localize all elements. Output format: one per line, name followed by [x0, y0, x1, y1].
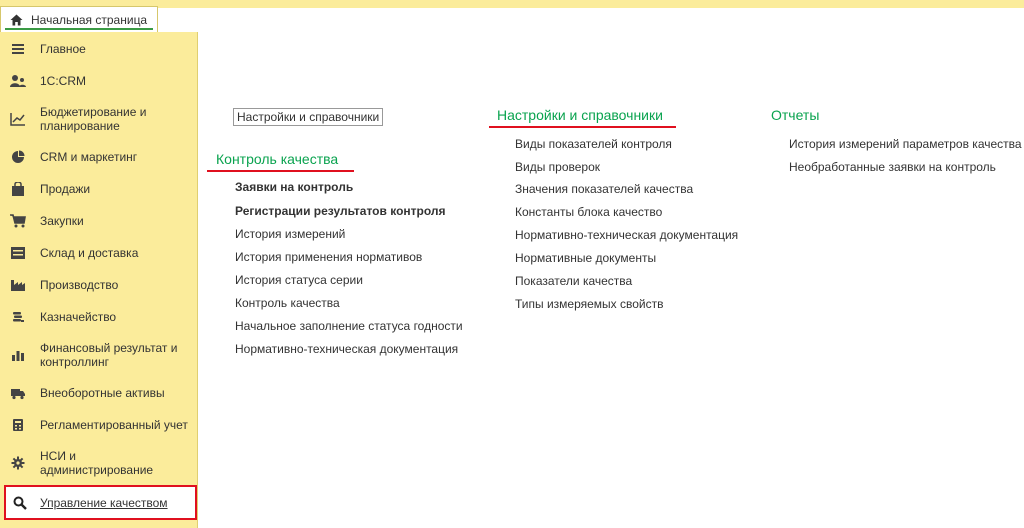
home-tab-underline: [5, 28, 153, 30]
link-measurement-history[interactable]: История измерений: [235, 227, 345, 241]
truck-icon: [10, 385, 26, 401]
highlight-underline: [489, 126, 676, 128]
sidebar-item-fixed-assets[interactable]: Внеоборотные активы: [0, 382, 198, 404]
sidebar-item-production[interactable]: Производство: [0, 274, 198, 296]
link-control-results-registration[interactable]: Регистрации результатов контроля: [235, 204, 446, 218]
factory-icon: [10, 277, 26, 293]
link-control-requests[interactable]: Заявки на контроль: [235, 180, 353, 194]
link-quality-indicators[interactable]: Показатели качества: [515, 274, 632, 288]
link-batch-status-history[interactable]: История статуса серии: [235, 273, 363, 287]
coins-icon: [10, 309, 26, 325]
home-tab[interactable]: Начальная страница: [0, 6, 158, 32]
users-icon: [10, 73, 26, 89]
cart-icon: [10, 213, 26, 229]
settings-and-references-button[interactable]: Настройки и справочники: [233, 108, 384, 126]
sidebar-item-purchases[interactable]: Закупки: [0, 210, 198, 232]
sidebar-item-1c-crm[interactable]: 1С:CRM: [0, 70, 198, 92]
warehouse-icon: [10, 245, 26, 261]
sidebar-item-label: CRM и маркетинг: [40, 150, 138, 164]
link-quality-block-constants[interactable]: Константы блока качество: [515, 205, 662, 219]
sidebar-item-label: Производство: [40, 278, 119, 292]
sidebar-item-financial-result[interactable]: Финансовый результат и контроллинг: [0, 338, 198, 372]
link-quality-measurement-history-report[interactable]: История измерений параметров качества: [789, 137, 1022, 151]
section-title-settings: Настройки и справочники: [497, 107, 663, 123]
sidebar: Главное 1С:CRM Бюджетирование и планиров…: [0, 32, 198, 528]
sidebar-item-treasury[interactable]: Казначейство: [0, 306, 198, 328]
highlight-underline: [207, 170, 354, 172]
sidebar-item-label: Внеоборотные активы: [40, 386, 165, 400]
link-quality-indicator-values[interactable]: Значения показателей качества: [515, 182, 693, 196]
link-measured-property-types[interactable]: Типы измеряемых свойств: [515, 297, 664, 311]
link-technical-documentation-ref[interactable]: Нормативно-техническая документация: [515, 228, 738, 242]
sidebar-item-label: Главное: [40, 42, 86, 56]
section-title-reports: Отчеты: [771, 107, 820, 123]
link-unprocessed-requests-report[interactable]: Необработанные заявки на контроль: [789, 160, 996, 174]
bar-chart-icon: [10, 347, 26, 363]
sidebar-item-label: Финансовый результат и контроллинг: [40, 341, 178, 369]
link-check-types[interactable]: Виды проверок: [515, 160, 600, 174]
sidebar-item-quality-management[interactable]: Управление качеством: [4, 485, 197, 520]
app-window: Начальная страница Главное 1С:CRM Бюджет…: [0, 0, 1024, 528]
sidebar-item-regulated-accounting[interactable]: Регламентированный учет: [0, 414, 198, 436]
sidebar-item-warehouse[interactable]: Склад и доставка: [0, 242, 198, 264]
sidebar-item-crm-marketing[interactable]: CRM и маркетинг: [0, 146, 198, 168]
sidebar-item-label: Закупки: [40, 214, 84, 228]
link-initial-validity-status[interactable]: Начальное заполнение статуса годности: [235, 319, 463, 333]
calculator-icon: [10, 417, 26, 433]
link-control-indicator-types[interactable]: Виды показателей контроля: [515, 137, 672, 151]
sidebar-item-main[interactable]: Главное: [0, 38, 198, 60]
link-quality-control[interactable]: Контроль качества: [235, 296, 340, 310]
gear-icon: [10, 455, 26, 471]
sidebar-item-administration[interactable]: НСИ и администрирование: [0, 446, 198, 480]
menu-lines-icon: [10, 41, 26, 57]
budget-chart-icon: [10, 111, 26, 127]
sidebar-item-label: Склад и доставка: [40, 246, 139, 260]
section-title-quality-control: Контроль качества: [216, 151, 339, 167]
link-normative-documents[interactable]: Нормативные документы: [515, 251, 656, 265]
pie-icon: [10, 149, 26, 165]
link-norms-application-history[interactable]: История применения нормативов: [235, 250, 422, 264]
sidebar-item-label: НСИ и администрирование: [40, 449, 154, 477]
search-icon: [12, 495, 28, 511]
link-technical-documentation[interactable]: Нормативно-техническая документация: [235, 342, 458, 356]
sidebar-item-label: 1С:CRM: [40, 74, 87, 88]
sidebar-item-label: Продажи: [40, 182, 91, 196]
sidebar-item-label: Бюджетирование и планирование: [40, 105, 147, 133]
home-icon: [9, 13, 23, 27]
sidebar-item-sales[interactable]: Продажи: [0, 178, 198, 200]
sidebar-item-label: Управление качеством: [40, 495, 168, 510]
home-tab-label: Начальная страница: [31, 12, 148, 27]
bag-icon: [10, 181, 26, 197]
sidebar-item-label: Регламентированный учет: [40, 418, 188, 432]
sidebar-item-budgeting[interactable]: Бюджетирование и планирование: [0, 102, 198, 136]
sidebar-item-label: Казначейство: [40, 310, 117, 324]
